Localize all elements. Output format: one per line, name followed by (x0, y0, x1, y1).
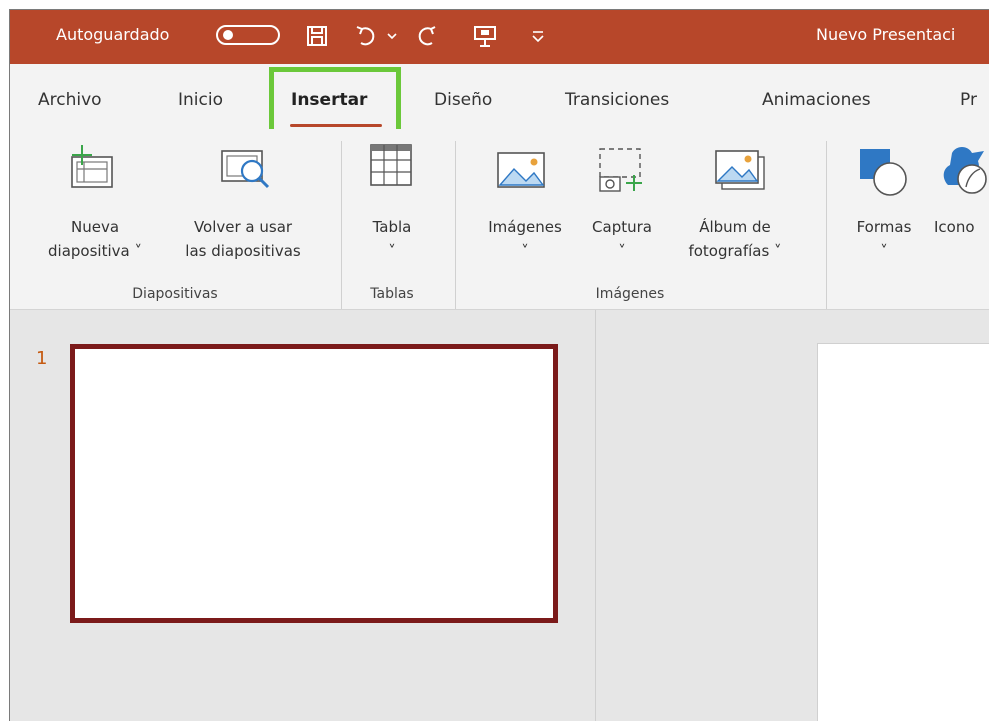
shapes-icon[interactable] (856, 145, 914, 197)
icons-label: Icono (934, 218, 975, 236)
shapes-button[interactable]: Formas ˅ (842, 215, 926, 263)
present-from-start-icon[interactable] (472, 24, 498, 48)
pictures-label: Imágenes (488, 218, 562, 236)
photo-album-button[interactable]: Álbum de fotografías ˅ (670, 215, 800, 263)
reuse-slides-label-line2: las diapositivas (185, 242, 301, 260)
autosave-toggle-knob (223, 30, 233, 40)
group-separator (826, 141, 827, 309)
slide-thumbnail[interactable] (70, 344, 558, 623)
group-label-diapositivas: Diapositivas (132, 286, 218, 302)
screenshot-dropdown-chevron: ˅ (618, 242, 626, 260)
new-slide-icon[interactable] (66, 143, 120, 193)
new-slide-button[interactable]: Nueva diapositiva ˅ (30, 215, 160, 263)
icons-button[interactable]: Icono (934, 215, 989, 239)
photo-album-label: Álbum de (699, 218, 771, 236)
table-icon[interactable] (367, 139, 415, 191)
pictures-button[interactable]: Imágenes ˅ (470, 215, 580, 263)
icons-icon[interactable] (938, 143, 989, 199)
reuse-slides-button[interactable]: Volver a usar las diapositivas (168, 215, 318, 263)
photo-album-dropdown-label: fotografías ˅ (688, 242, 782, 260)
autosave-label: Autoguardado (56, 25, 170, 44)
pictures-icon[interactable] (496, 151, 548, 191)
group-separator (455, 141, 456, 309)
slide-editing-pane (596, 310, 989, 721)
undo-dropdown-chevron-icon[interactable] (386, 30, 398, 42)
powerpoint-window: Autoguardado Nuevo Presentaci Archivo In… (9, 9, 989, 721)
slide-number: 1 (36, 348, 48, 369)
group-separator (341, 141, 342, 309)
ribbon-insert: Nueva diapositiva ˅ Volver a usar las di… (10, 129, 989, 310)
undo-icon[interactable] (354, 24, 380, 48)
table-button[interactable]: Tabla ˅ (360, 215, 424, 263)
tab-presentacion-partial[interactable]: Pr (960, 90, 977, 110)
highlight-box (269, 67, 401, 137)
group-label-tablas: Tablas (370, 286, 414, 302)
tab-inicio[interactable]: Inicio (178, 90, 223, 110)
redo-icon[interactable] (414, 24, 440, 48)
shapes-label: Formas (856, 218, 912, 236)
new-slide-label: Nueva (70, 218, 120, 236)
document-title: Nuevo Presentaci (816, 25, 956, 44)
slide-canvas[interactable] (817, 343, 989, 721)
screenshot-icon[interactable] (596, 141, 650, 197)
save-icon[interactable] (306, 25, 328, 47)
reuse-slides-label-line1: Volver a usar (193, 218, 293, 236)
shapes-dropdown-chevron: ˅ (880, 242, 888, 260)
autosave-toggle[interactable] (216, 25, 280, 45)
tab-diseno[interactable]: Diseño (434, 90, 492, 110)
title-bar: Autoguardado Nuevo Presentaci (10, 10, 989, 64)
customize-toolbar-icon[interactable] (530, 28, 546, 44)
new-slide-dropdown-label: diapositiva ˅ (48, 242, 142, 260)
table-label: Tabla (372, 218, 412, 236)
screenshot-button[interactable]: Captura ˅ (582, 215, 662, 263)
tab-animaciones[interactable]: Animaciones (762, 90, 871, 110)
pictures-dropdown-chevron: ˅ (521, 242, 529, 260)
table-dropdown-chevron: ˅ (388, 242, 396, 260)
reuse-slides-icon[interactable] (218, 143, 278, 195)
tab-transiciones[interactable]: Transiciones (565, 90, 669, 110)
screenshot-label: Captura (592, 218, 652, 236)
photo-album-icon[interactable] (712, 149, 768, 193)
slide-thumbnails-pane: 1 (10, 310, 595, 721)
group-label-imagenes: Imágenes (595, 286, 665, 302)
tab-archivo[interactable]: Archivo (38, 90, 102, 110)
ribbon-tabs: Archivo Inicio Insertar Diseño Transicio… (10, 64, 989, 137)
